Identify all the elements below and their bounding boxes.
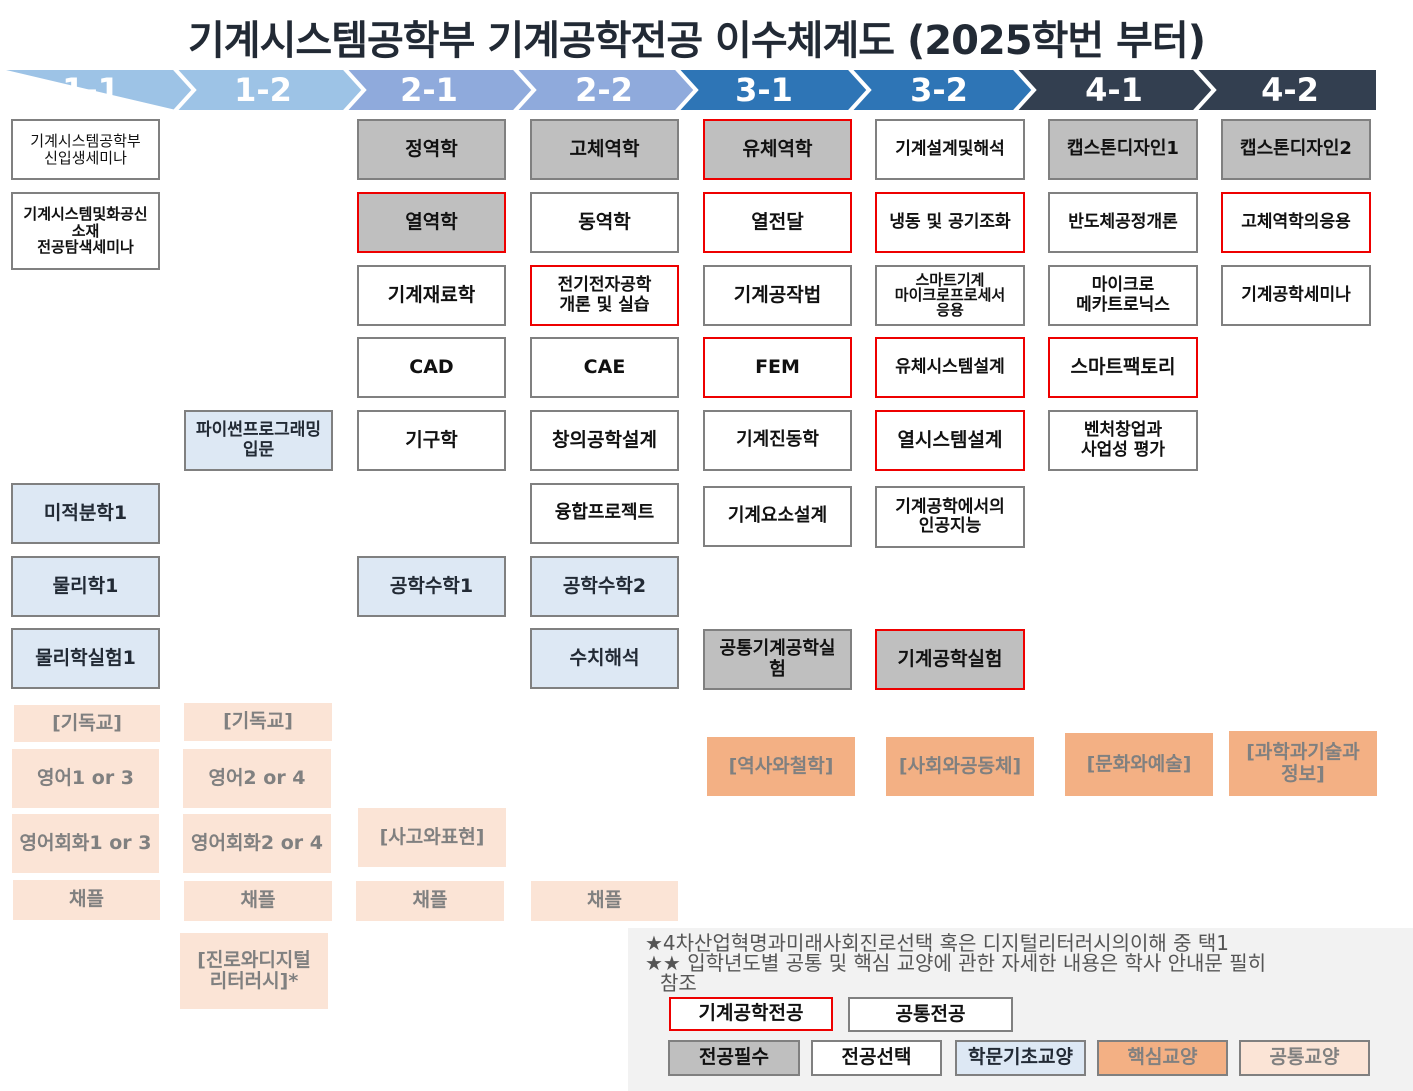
liberal-box: 채플 bbox=[184, 881, 332, 921]
course-box: 기계공작법 bbox=[703, 265, 852, 326]
legend-basic-liberal: 학문기초교양 bbox=[955, 1040, 1086, 1076]
legend-major-elective: 전공선택 bbox=[811, 1040, 942, 1076]
semester-1-1: 1-1 bbox=[62, 71, 120, 109]
course-box: 기계공학실험 bbox=[875, 629, 1025, 690]
course-box: 기계시스템공학부 신입생세미나 bbox=[11, 119, 160, 180]
page-title: 기계시스템공학부 기계공학전공 이수체계도 (2025학번 부터) bbox=[188, 18, 1206, 64]
course-box: 기계재료학 bbox=[357, 265, 506, 326]
course-box: 정역학 bbox=[357, 119, 506, 180]
course-box: 기계진동학 bbox=[703, 410, 852, 471]
course-box: 기계설계및해석 bbox=[875, 119, 1025, 180]
course-box: 기계공학세미나 bbox=[1221, 265, 1371, 326]
liberal-box: 영어회화2 or 4 bbox=[183, 814, 331, 873]
semester-2-1: 2-1 bbox=[400, 71, 458, 109]
course-box: 고체역학 bbox=[530, 119, 679, 180]
liberal-box: 채플 bbox=[356, 881, 504, 921]
course-box: 동역학 bbox=[530, 192, 679, 253]
course-box: 창의공학설계 bbox=[530, 410, 679, 471]
note-line-1: ★4차산업혁명과미래사회진로선택 혹은 디지털리터러시의이해 중 택1 bbox=[645, 931, 1230, 955]
semester-bar: 1-1 1-2 2-1 2-2 3-1 3-2 4-1 4-2 bbox=[6, 70, 1376, 110]
liberal-box: 채플 bbox=[531, 881, 678, 921]
course-box: 유체역학 bbox=[703, 119, 852, 180]
course-box: 파이썬프로그래밍 입문 bbox=[184, 410, 333, 471]
course-box: 공학수학2 bbox=[530, 556, 679, 617]
course-box: FEM bbox=[703, 337, 852, 398]
course-box: CAE bbox=[530, 337, 679, 398]
course-box: 기구학 bbox=[357, 410, 506, 471]
course-box: 전기전자공학 개론 및 실습 bbox=[530, 265, 679, 326]
course-box: 벤처창업과 사업성 평가 bbox=[1048, 410, 1198, 471]
course-box: 냉동 및 공기조화 bbox=[875, 192, 1025, 253]
course-box: 반도체공정개론 bbox=[1048, 192, 1198, 253]
liberal-box: [기독교] bbox=[14, 705, 160, 742]
liberal-box: [과학과기술과 정보] bbox=[1229, 731, 1377, 796]
course-box: 열역학 bbox=[357, 192, 506, 253]
course-box: 미적분학1 bbox=[11, 483, 160, 544]
course-box: 유체시스템설계 bbox=[875, 337, 1025, 398]
liberal-box: 영어회화1 or 3 bbox=[12, 814, 159, 873]
course-box: 마이크로 메카트로닉스 bbox=[1048, 265, 1198, 326]
liberal-box: [문화와예술] bbox=[1065, 733, 1213, 796]
liberal-box: 채플 bbox=[13, 880, 160, 920]
legend-major-required: 전공필수 bbox=[668, 1040, 800, 1076]
semester-4-1: 4-1 bbox=[1085, 71, 1143, 109]
legend-common-liberal: 공통교양 bbox=[1239, 1040, 1370, 1076]
course-box: 캡스톤디자인2 bbox=[1221, 119, 1371, 180]
course-box: CAD bbox=[357, 337, 506, 398]
course-box: 기계공학에서의 인공지능 bbox=[875, 486, 1025, 548]
course-box: 스마트팩토리 bbox=[1048, 337, 1198, 398]
semester-1-2: 1-2 bbox=[234, 71, 292, 109]
semester-3-2: 3-2 bbox=[910, 71, 968, 109]
liberal-box: [진로와디지털 리터러시]* bbox=[180, 933, 328, 1009]
course-box: 열전달 bbox=[703, 192, 852, 253]
legend-core-liberal: 핵심교양 bbox=[1097, 1040, 1228, 1076]
semester-2-2: 2-2 bbox=[575, 71, 633, 109]
course-box: 융합프로젝트 bbox=[530, 483, 679, 544]
course-box: 물리학실험1 bbox=[11, 628, 160, 689]
course-box: 공학수학1 bbox=[357, 556, 506, 617]
course-box: 공통기계공학실 험 bbox=[703, 629, 852, 690]
semester-3-1: 3-1 bbox=[735, 71, 793, 109]
liberal-box: [사회와공동체] bbox=[886, 737, 1034, 796]
liberal-box: 영어1 or 3 bbox=[12, 749, 159, 808]
course-box: 수치해석 bbox=[530, 628, 679, 689]
note-line-2: ★★ 입학년도별 공통 및 핵심 교양에 관한 자세한 내용은 학사 안내문 필… bbox=[645, 951, 1266, 975]
liberal-box: [역사와철학] bbox=[707, 737, 855, 796]
liberal-box: 영어2 or 4 bbox=[183, 749, 331, 808]
course-box: 캡스톤디자인1 bbox=[1048, 119, 1198, 180]
course-box: 열시스템설계 bbox=[875, 410, 1025, 471]
course-box: 고체역학의응용 bbox=[1221, 192, 1371, 253]
semester-4-2: 4-2 bbox=[1261, 71, 1319, 109]
course-box: 기계시스템및화공신 소재 전공탐색세미나 bbox=[11, 192, 160, 270]
course-box: 물리학1 bbox=[11, 556, 160, 617]
liberal-box: [사고와표현] bbox=[358, 808, 506, 867]
liberal-box: [기독교] bbox=[184, 703, 332, 741]
note-line-3: 참조 bbox=[660, 971, 697, 995]
course-box: 기계요소설계 bbox=[703, 486, 852, 547]
course-box: 스마트기계 마이크로프로세서 응용 bbox=[875, 265, 1025, 326]
legend-common-major: 공통전공 bbox=[848, 997, 1013, 1032]
legend-mech-major: 기계공학전공 bbox=[669, 997, 833, 1031]
